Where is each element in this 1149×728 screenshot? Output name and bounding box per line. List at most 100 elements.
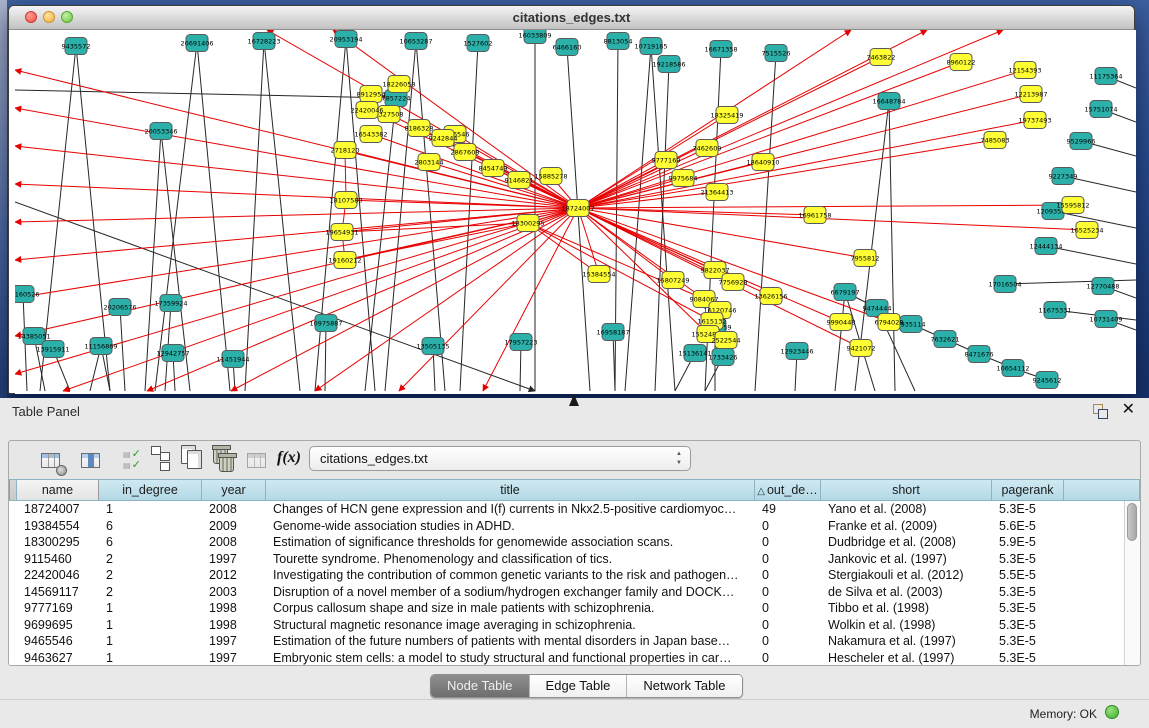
cell-out_degree[interactable]: 0	[755, 534, 821, 551]
network-window[interactable]: citations_edges.txt 94355722069140616728…	[8, 5, 1135, 394]
cell-title[interactable]: Genome-wide association studies in ADHD.	[266, 518, 755, 535]
table-row[interactable]: 1830029562008Estimation of significance …	[9, 534, 1140, 551]
cell-year[interactable]: 2003	[202, 584, 266, 601]
cell-short[interactable]: Franke et al. (2009)	[821, 518, 992, 535]
cell-in_degree[interactable]: 2	[99, 551, 202, 568]
network-node[interactable]: 7515526	[762, 45, 791, 62]
table-scrollbar[interactable]	[1124, 501, 1140, 665]
cell-pagerank[interactable]: 5.3E-5	[992, 600, 1064, 617]
column-header-name[interactable]: name	[17, 479, 99, 501]
delete-rows-icon[interactable]	[213, 448, 228, 464]
column-header-year[interactable]: year	[202, 479, 266, 501]
network-node[interactable]: 12444134	[1029, 238, 1062, 255]
network-node[interactable]: 16543382	[354, 126, 387, 143]
network-node[interactable]: 12213987	[1014, 86, 1047, 103]
column-header-out_degree[interactable]: △out_de…	[755, 479, 821, 501]
network-node[interactable]: 16525234	[1070, 222, 1103, 239]
cell-year[interactable]: 2012	[202, 567, 266, 584]
cell-title[interactable]: Investigating the contribution of common…	[266, 567, 755, 584]
network-node[interactable]: 9435572	[62, 38, 91, 55]
network-node[interactable]: 20053346	[144, 123, 177, 140]
table-settings-icon[interactable]	[39, 447, 65, 473]
cell-out_degree[interactable]: 0	[755, 650, 821, 667]
column-header-in_degree[interactable]: in_degree	[99, 479, 202, 501]
network-node[interactable]: 8813054	[604, 33, 633, 50]
network-node[interactable]: 15384554	[582, 266, 615, 283]
network-node[interactable]: 20691406	[180, 35, 213, 52]
network-node[interactable]: 7632621	[931, 331, 960, 348]
cell-title[interactable]: Structural magnetic resonance image aver…	[266, 617, 755, 634]
network-node[interactable]: 13626156	[754, 288, 787, 305]
tab-edge-table[interactable]: Edge Table	[530, 675, 628, 697]
cell-year[interactable]: 2008	[202, 534, 266, 551]
tab-network-table[interactable]: Network Table	[627, 675, 741, 697]
new-table-icon[interactable]	[181, 445, 196, 464]
network-node[interactable]: 12942757	[156, 345, 189, 362]
network-node[interactable]: 13505135	[416, 338, 449, 355]
cell-in_degree[interactable]: 2	[99, 567, 202, 584]
network-node[interactable]: 16958187	[596, 324, 629, 341]
network-node[interactable]: 20953194	[329, 31, 362, 48]
network-node[interactable]: 6466160	[553, 39, 582, 56]
cell-name[interactable]: 22420046	[17, 567, 99, 584]
network-node[interactable]: 9990448	[827, 314, 856, 331]
network-node[interactable]: 7955812	[851, 250, 880, 267]
cell-short[interactable]: Yano et al. (2008)	[821, 501, 992, 518]
cell-pagerank[interactable]: 5.6E-5	[992, 518, 1064, 535]
network-node[interactable]: 16033809	[518, 30, 551, 44]
network-node[interactable]: 12770488	[1086, 278, 1119, 295]
network-node[interactable]: 9421072	[847, 340, 876, 357]
cell-name[interactable]: 9465546	[17, 633, 99, 650]
table-row[interactable]: 969969511998Structural magnetic resonanc…	[9, 617, 1140, 634]
cell-name[interactable]: 9463627	[17, 650, 99, 667]
cell-title[interactable]: Embryonic stem cells: a model to study s…	[266, 650, 755, 667]
table-row[interactable]: 1872400712008Changes of HCN gene express…	[9, 501, 1140, 518]
network-node[interactable]: 9777169	[652, 152, 681, 169]
network-node[interactable]: 1527602	[464, 35, 493, 52]
cell-pagerank[interactable]: 5.3E-5	[992, 650, 1064, 667]
cell-pagerank[interactable]: 5.5E-5	[992, 567, 1064, 584]
network-node[interactable]: 10719185	[634, 38, 667, 55]
network-node[interactable]: 12923446	[780, 343, 813, 360]
cell-out_degree[interactable]: 0	[755, 633, 821, 650]
network-node[interactable]: 15751074	[1084, 101, 1117, 118]
cell-in_degree[interactable]: 1	[99, 650, 202, 667]
network-node[interactable]: 10654112	[996, 360, 1029, 377]
network-node[interactable]: 9242844	[429, 130, 458, 147]
close-panel-icon[interactable]: ✕	[1122, 401, 1135, 419]
network-node[interactable]: 12154393	[1008, 62, 1041, 79]
tab-node-table[interactable]: Node Table	[431, 675, 530, 697]
table-row[interactable]: 946362711997Embryonic stem cells: a mode…	[9, 650, 1140, 667]
network-node[interactable]: 1733426	[709, 349, 738, 366]
cell-in_degree[interactable]: 1	[99, 633, 202, 650]
cell-title[interactable]: Estimation of the future numbers of pati…	[266, 633, 755, 650]
cell-year[interactable]: 1997	[202, 633, 266, 650]
cell-in_degree[interactable]: 6	[99, 518, 202, 535]
network-node[interactable]: 18325419	[710, 107, 743, 124]
cell-short[interactable]: Nakamura et al. (1997)	[821, 633, 992, 650]
network-node[interactable]: 17359924	[154, 295, 187, 312]
network-node[interactable]: 17016504	[988, 276, 1021, 293]
network-node[interactable]: 10731409	[1089, 311, 1122, 328]
cell-short[interactable]: Stergiakouli et al. (2012)	[821, 567, 992, 584]
network-node[interactable]: 9227349	[1049, 168, 1078, 185]
window-titlebar[interactable]: citations_edges.txt	[9, 6, 1134, 30]
network-node[interactable]: 19737493	[1018, 112, 1051, 129]
column-edit-icon[interactable]	[79, 447, 105, 473]
apply-selection-icon[interactable]: ✓✓	[119, 445, 145, 471]
cell-pagerank[interactable]: 5.9E-5	[992, 534, 1064, 551]
cell-out_degree[interactable]: 0	[755, 584, 821, 601]
cell-out_degree[interactable]: 0	[755, 567, 821, 584]
cell-pagerank[interactable]: 5.3E-5	[992, 633, 1064, 650]
network-node[interactable]: 17957223	[504, 334, 537, 351]
cell-year[interactable]: 2008	[202, 501, 266, 518]
cell-title[interactable]: Estimation of significance thresholds fo…	[266, 534, 755, 551]
table-selector-dropdown[interactable]: citations_edges.txt ▲▼	[309, 446, 691, 471]
network-node[interactable]: 9146821	[505, 172, 534, 189]
network-node[interactable]: 2867608	[451, 144, 480, 161]
network-node[interactable]: 2522544	[712, 332, 741, 349]
cell-in_degree[interactable]: 2	[99, 584, 202, 601]
network-node[interactable]: 21364413	[700, 184, 733, 201]
network-node[interactable]: 15807249	[656, 272, 689, 289]
table-row[interactable]: 911546021997Tourette syndrome. Phenomeno…	[9, 551, 1140, 568]
